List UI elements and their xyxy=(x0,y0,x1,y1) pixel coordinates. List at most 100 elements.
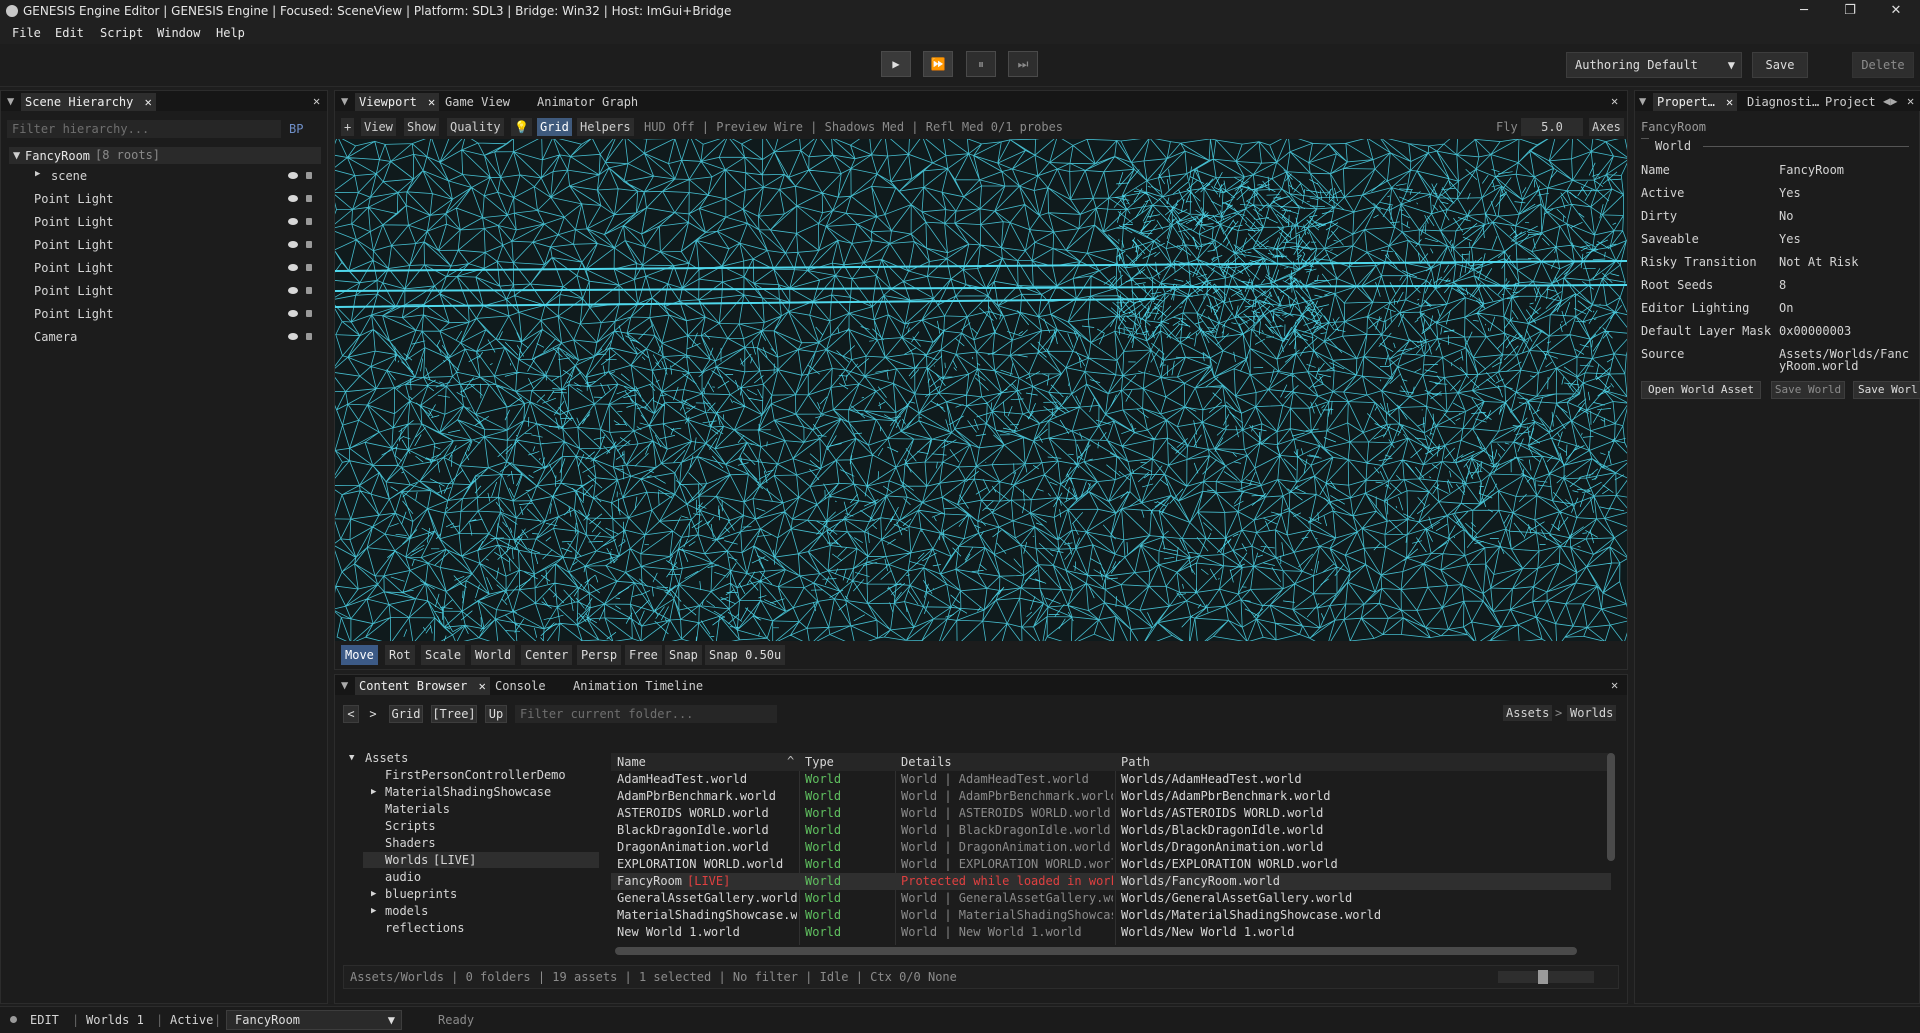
tab-viewport[interactable]: Viewport ✕ xyxy=(355,93,440,111)
visibility-eye-icon[interactable] xyxy=(288,333,298,340)
hierarchy-item[interactable]: Point Light xyxy=(1,282,321,301)
fly-speed-input[interactable]: 5.0 xyxy=(1521,118,1583,136)
menu-window[interactable]: Window xyxy=(157,26,200,40)
property-value[interactable]: 8 xyxy=(1779,278,1786,292)
tab-scroll-icon[interactable]: ◀▶ xyxy=(1883,94,1897,108)
close-panel-icon[interactable]: ✕ xyxy=(1611,94,1618,108)
collapse-arrow-icon[interactable]: ▼ xyxy=(349,751,354,765)
lightbulb-icon[interactable]: 💡 xyxy=(511,118,532,136)
property-value[interactable]: FancyRoom xyxy=(1779,163,1844,177)
visibility-eye-icon[interactable] xyxy=(288,195,298,202)
property-value[interactable]: Yes xyxy=(1779,232,1801,246)
table-vertical-scrollbar[interactable] xyxy=(1607,753,1615,861)
back-button[interactable]: < xyxy=(343,705,359,723)
tab-animation-timeline[interactable]: Animation Timeline xyxy=(569,677,707,695)
maximize-button[interactable]: ❐ xyxy=(1828,0,1872,22)
thumbnail-size-slider[interactable] xyxy=(1498,970,1594,984)
active-world-select[interactable]: FancyRoom ▼ xyxy=(226,1010,402,1030)
tree-folder-label[interactable]: audio xyxy=(385,870,421,884)
tree-folder-label[interactable]: blueprints xyxy=(385,887,457,901)
tree-folder-label[interactable]: models xyxy=(385,904,428,918)
hierarchy-item[interactable]: Camera xyxy=(1,328,321,347)
visibility-eye-icon[interactable] xyxy=(288,287,298,294)
close-icon[interactable]: ✕ xyxy=(428,95,435,109)
table-row[interactable]: EXPLORATION WORLD.world World World | EXPL… xyxy=(611,856,1611,873)
table-row[interactable]: DragonAnimation.world World World | Dragon… xyxy=(611,839,1611,856)
show-menu[interactable]: Show xyxy=(404,118,439,136)
lock-icon[interactable] xyxy=(306,310,312,317)
tab-game-view[interactable]: Game View xyxy=(441,93,514,111)
tree-folder-label[interactable]: Shaders xyxy=(385,836,436,850)
column-header[interactable]: Type xyxy=(805,755,834,769)
scale-tool[interactable]: Scale xyxy=(421,645,466,665)
tree-view-button[interactable]: [Tree] xyxy=(431,705,477,723)
close-window-button[interactable]: ✕ xyxy=(1874,0,1918,22)
menu-script[interactable]: Script xyxy=(100,26,143,40)
pivot-center-toggle[interactable]: Center xyxy=(521,645,573,665)
snap-size[interactable]: Snap 0.50u xyxy=(705,645,786,665)
tree-folder-label[interactable]: Scripts xyxy=(385,819,436,833)
minimize-button[interactable]: ─ xyxy=(1782,0,1826,22)
grid-view-button[interactable]: Grid xyxy=(389,705,423,723)
forward-button[interactable]: > xyxy=(365,705,381,723)
property-value[interactable]: 0x00000003 xyxy=(1779,324,1851,338)
menu-edit[interactable]: Edit xyxy=(55,26,84,40)
column-header[interactable]: Details xyxy=(901,755,952,769)
grid-toggle[interactable]: Grid xyxy=(537,118,572,136)
world-space-toggle[interactable]: World xyxy=(471,645,516,665)
tab-diagnostics[interactable]: Diagnosti… xyxy=(1743,93,1823,111)
lock-icon[interactable] xyxy=(306,333,312,340)
visibility-eye-icon[interactable] xyxy=(288,218,298,225)
rotate-tool[interactable]: Rot xyxy=(385,645,415,665)
up-button[interactable]: Up xyxy=(485,705,507,723)
perspective-toggle[interactable]: Persp xyxy=(577,645,622,665)
table-row[interactable]: MaterialShadingShowcase.world World World … xyxy=(611,907,1611,924)
tree-folder-label[interactable]: Materials xyxy=(385,802,450,816)
viewport-canvas[interactable] xyxy=(335,139,1627,641)
step-button[interactable]: ⏭ xyxy=(1008,51,1038,77)
save-button[interactable]: Save xyxy=(1752,52,1808,78)
lock-icon[interactable] xyxy=(306,172,312,179)
open-world-asset-button[interactable]: Open World Asset xyxy=(1641,381,1761,399)
delete-button[interactable]: Delete xyxy=(1852,52,1914,78)
tree-folder-label[interactable]: Worlds xyxy=(385,853,428,867)
lock-icon[interactable] xyxy=(306,241,312,248)
lock-icon[interactable] xyxy=(306,195,312,202)
tab-console[interactable]: Console xyxy=(491,677,550,695)
bp-toggle[interactable]: BP xyxy=(289,122,303,136)
table-row[interactable]: New World 1.world World World | New World … xyxy=(611,924,1611,941)
panel-menu-icon[interactable]: ▼ xyxy=(7,94,14,108)
tab-content-browser[interactable]: Content Browser ✕ xyxy=(355,677,490,695)
close-icon[interactable]: ✕ xyxy=(145,95,152,109)
axes-toggle[interactable]: Axes xyxy=(1589,118,1624,136)
table-row[interactable]: GeneralAssetGallery.world World World | Ge… xyxy=(611,890,1611,907)
slider-handle[interactable] xyxy=(1538,970,1548,984)
hierarchy-item[interactable]: Point Light xyxy=(1,259,321,278)
save-world-button[interactable]: Save World xyxy=(1771,381,1845,399)
visibility-eye-icon[interactable] xyxy=(288,310,298,317)
visibility-eye-icon[interactable] xyxy=(288,172,298,179)
fast-forward-button[interactable]: ⏩ xyxy=(923,51,953,77)
tab-project[interactable]: Project xyxy=(1821,93,1880,111)
hierarchy-filter-input[interactable]: Filter hierarchy... xyxy=(7,120,281,138)
column-header[interactable]: Name xyxy=(617,755,646,769)
breadcrumb-worlds[interactable]: Worlds xyxy=(1567,705,1617,721)
panel-menu-icon[interactable]: ▼ xyxy=(341,94,348,108)
hierarchy-root-row[interactable]: ▼ FancyRoom [8 roots] xyxy=(9,147,321,164)
table-row[interactable]: ASTEROIDS WORLD.world World World | ASTERO… xyxy=(611,805,1611,822)
close-panel-icon[interactable]: ✕ xyxy=(313,94,320,108)
helpers-toggle[interactable]: Helpers xyxy=(577,118,634,136)
lock-icon[interactable] xyxy=(306,264,312,271)
visibility-eye-icon[interactable] xyxy=(288,241,298,248)
expand-arrow-icon[interactable]: ▶ xyxy=(371,887,376,901)
move-tool[interactable]: Move xyxy=(341,645,378,665)
panel-menu-icon[interactable]: ▼ xyxy=(341,678,348,692)
tab-scene-hierarchy[interactable]: Scene Hierarchy ✕ xyxy=(21,93,156,111)
hierarchy-item[interactable]: ▶ scene xyxy=(1,167,321,186)
view-menu[interactable]: View xyxy=(361,118,396,136)
quality-menu[interactable]: Quality xyxy=(447,118,504,136)
table-row[interactable]: AdamPbrBenchmark.world World World | AdamP… xyxy=(611,788,1611,805)
play-button[interactable]: ▶ xyxy=(881,51,911,77)
snap-toggle[interactable]: Snap xyxy=(665,645,702,665)
tree-folder-label[interactable]: Assets xyxy=(365,751,408,765)
